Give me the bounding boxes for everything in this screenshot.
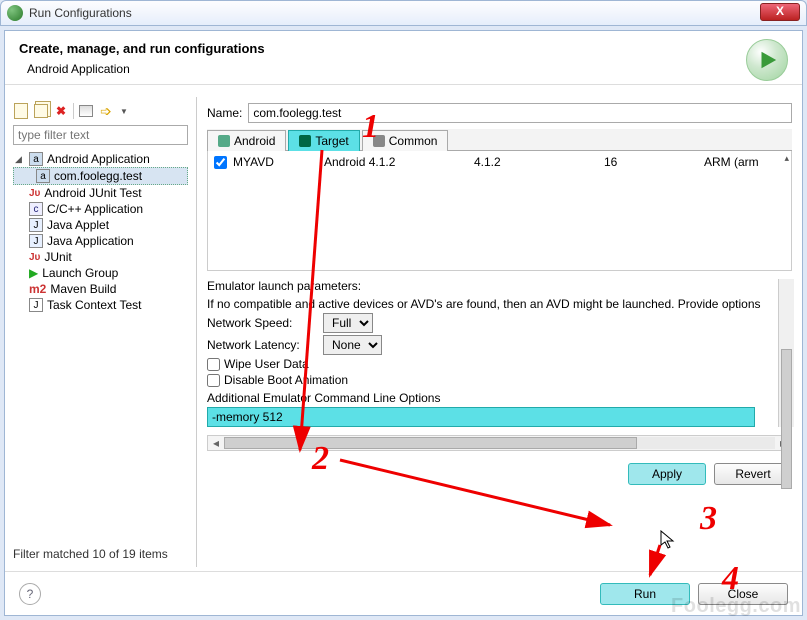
disable-boot-checkbox[interactable] — [207, 374, 220, 387]
expander-icon[interactable]: ◢ — [15, 154, 25, 165]
tree-label: JUnit — [44, 250, 71, 264]
avd-table[interactable]: ▴ MYAVD Android 4.1.2 4.1.2 16 ARM (arm — [207, 151, 792, 271]
filter-status: Filter matched 10 of 19 items — [13, 541, 188, 561]
config-toolbar: ✖ ▼ — [13, 103, 188, 119]
avd-row[interactable]: MYAVD Android 4.1.2 4.1.2 16 ARM (arm — [208, 151, 791, 173]
disable-boot-label: Disable Boot Animation — [224, 373, 348, 387]
left-panel: ✖ ▼ ◢ a Android Application a com.fooleg… — [5, 97, 197, 567]
collapse-all-icon[interactable] — [78, 103, 94, 119]
task-context-icon: J — [29, 298, 43, 312]
tree-label: com.foolegg.test — [54, 169, 142, 183]
watermark: Foolegg.com — [671, 595, 801, 618]
java-applet-icon: J — [29, 218, 43, 232]
avd-api: 16 — [604, 155, 704, 169]
common-tab-icon — [373, 135, 385, 147]
avd-target: Android 4.1.2 — [324, 155, 474, 169]
target-tab-icon — [299, 135, 311, 147]
tree-label: Task Context Test — [47, 298, 142, 312]
name-label: Name: — [207, 106, 242, 120]
launch-group-icon: ▶ — [29, 266, 38, 280]
tree-node-android-junit[interactable]: Jυ Android JUnit Test — [13, 185, 188, 201]
scrollbar-thumb[interactable] — [224, 437, 637, 449]
tree-node-cpp[interactable]: c C/C++ Application — [13, 201, 188, 217]
tree-node-android-application[interactable]: ◢ a Android Application — [13, 151, 188, 167]
avd-checkbox[interactable] — [214, 156, 227, 169]
scroll-up-icon[interactable]: ▴ — [784, 153, 789, 164]
tree-label: Maven Build — [50, 282, 116, 296]
params-heading: Emulator launch parameters: — [207, 279, 767, 293]
scrollbar-thumb[interactable] — [781, 349, 792, 489]
mouse-cursor-icon — [660, 530, 676, 550]
tree-label: C/C++ Application — [47, 202, 143, 216]
tree-node-java-app[interactable]: J Java Application — [13, 233, 188, 249]
window-titlebar: Run Configurations X — [0, 0, 807, 26]
network-latency-label: Network Latency: — [207, 338, 317, 352]
network-speed-label: Network Speed: — [207, 316, 317, 330]
avd-name: MYAVD — [233, 155, 274, 169]
cmdline-input[interactable] — [207, 407, 755, 427]
toolbar-dropdown-icon[interactable]: ▼ — [116, 103, 132, 119]
tab-android[interactable]: Android — [207, 130, 286, 151]
dialog-header: Create, manage, and run configurations A… — [5, 31, 802, 85]
dialog-title: Create, manage, and run configurations — [19, 41, 788, 56]
toolbar-separator — [73, 103, 74, 119]
network-speed-select[interactable]: Full — [323, 313, 373, 333]
tree-node-junit[interactable]: Jυ JUnit — [13, 249, 188, 265]
delete-config-icon[interactable]: ✖ — [53, 103, 69, 119]
tree-node-java-applet[interactable]: J Java Applet — [13, 217, 188, 233]
tree-label: Android JUnit Test — [44, 186, 141, 200]
window-close-button[interactable]: X — [760, 3, 800, 21]
maven-icon: m2 — [29, 282, 46, 296]
tree-node-launch-group[interactable]: ▶ Launch Group — [13, 265, 188, 281]
tree-label: Launch Group — [42, 266, 118, 280]
name-input[interactable] — [248, 103, 792, 123]
right-panel: Name: Android Target Common ▴ MYAVD Andr… — [197, 97, 802, 567]
tree-label: Java Application — [47, 234, 134, 248]
horizontal-scrollbar[interactable]: ◂ ▸ — [207, 435, 792, 451]
duplicate-config-icon[interactable] — [33, 103, 49, 119]
emulator-params: Emulator launch parameters: If no compat… — [207, 279, 767, 427]
tab-common[interactable]: Common — [362, 130, 449, 151]
filter-input[interactable] — [13, 125, 188, 145]
help-icon[interactable]: ? — [19, 583, 41, 605]
config-tree[interactable]: ◢ a Android Application a com.foolegg.te… — [13, 151, 188, 541]
tab-bar: Android Target Common — [207, 129, 792, 151]
wipe-data-label: Wipe User Data — [224, 357, 309, 371]
run-glyph-icon — [746, 39, 788, 81]
android-app-icon: a — [36, 169, 50, 183]
dialog-body: Create, manage, and run configurations A… — [4, 30, 803, 616]
scroll-left-icon[interactable]: ◂ — [208, 436, 224, 450]
junit-icon: Jυ — [29, 252, 40, 263]
params-note: If no compatible and active devices or A… — [207, 297, 767, 311]
tree-node-com-foolegg-test[interactable]: a com.foolegg.test — [13, 167, 188, 185]
tab-label: Target — [315, 134, 348, 148]
tab-label: Android — [234, 134, 275, 148]
eclipse-icon — [7, 5, 23, 21]
android-tab-icon — [218, 135, 230, 147]
cmdline-label: Additional Emulator Command Line Options — [207, 391, 767, 405]
apply-button[interactable]: Apply — [628, 463, 706, 485]
dialog-subtitle: Android Application — [27, 62, 788, 76]
new-config-icon[interactable] — [13, 103, 29, 119]
wipe-data-checkbox[interactable] — [207, 358, 220, 371]
cpp-icon: c — [29, 202, 43, 216]
avd-cpu: ARM (arm — [704, 155, 785, 169]
avd-platform: 4.1.2 — [474, 155, 604, 169]
java-app-icon: J — [29, 234, 43, 248]
window-title: Run Configurations — [29, 6, 132, 20]
tree-node-task-context[interactable]: J Task Context Test — [13, 297, 188, 313]
filter-launched-icon[interactable] — [98, 103, 114, 119]
tab-label: Common — [389, 134, 438, 148]
network-latency-select[interactable]: None — [323, 335, 382, 355]
tree-node-maven[interactable]: m2 Maven Build — [13, 281, 188, 297]
junit-icon: Jυ — [29, 188, 40, 199]
tree-label: Java Applet — [47, 218, 109, 232]
android-app-icon: a — [29, 152, 43, 166]
params-vertical-scrollbar[interactable] — [778, 279, 794, 427]
scrollbar-track[interactable] — [224, 437, 775, 449]
tree-label: Android Application — [47, 152, 150, 166]
tab-target[interactable]: Target — [288, 130, 359, 151]
